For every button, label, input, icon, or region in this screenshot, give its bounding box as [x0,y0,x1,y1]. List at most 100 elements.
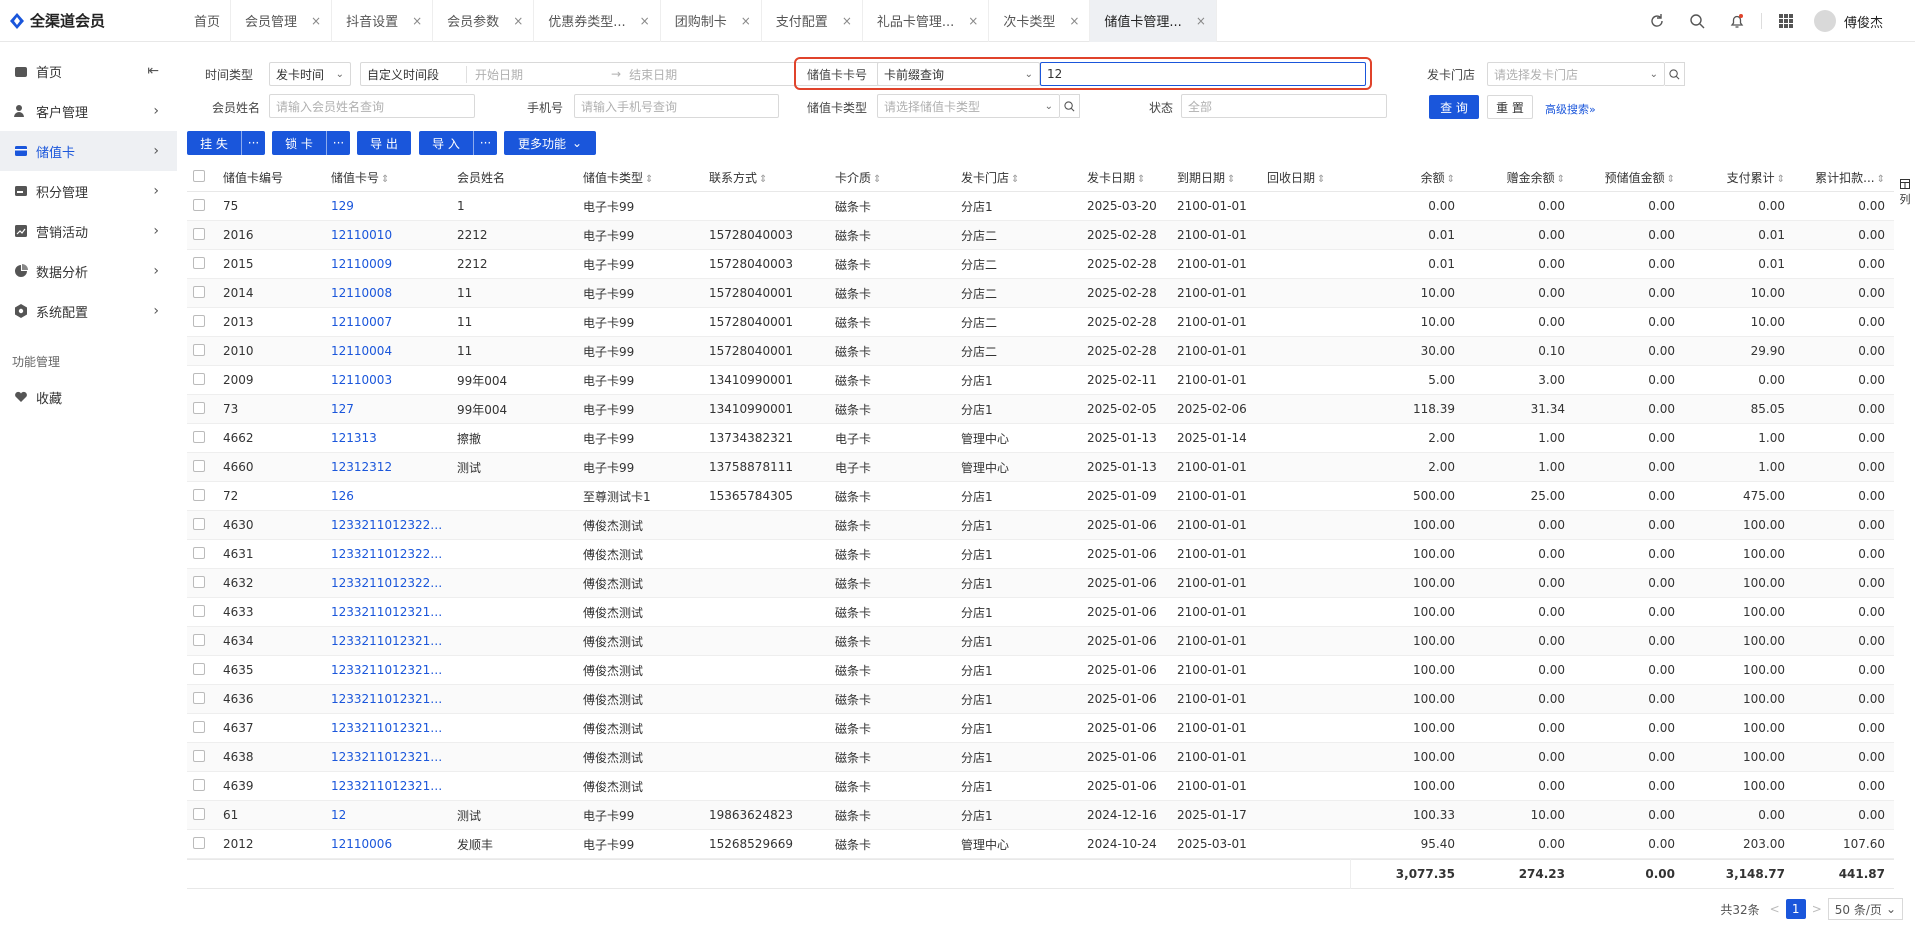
card-type-search-button[interactable] [1060,94,1080,118]
row-checkbox[interactable] [187,546,217,562]
table-row[interactable]: 4636 12332110123216... 傅俊杰测试 磁条卡 分店1 2025-01-… [187,685,1894,714]
row-checkbox[interactable] [187,807,217,823]
export-button[interactable]: 导 出 [357,131,411,155]
time-type-select[interactable]: 发卡时间 ⌄ [269,62,351,86]
next-page-button[interactable]: > [1812,902,1822,916]
lock-card-button-group[interactable]: 锁 卡 ··· [272,131,350,155]
column-header[interactable]: 预储值金额 ⇕ [1571,169,1681,186]
table-row[interactable]: 2015 12110009 2212 电子卡99 15728040003 磁条卡 分店二 20… [187,250,1894,279]
sort-icon[interactable]: ⇕ [381,174,389,185]
card-number-link[interactable]: 12332110123217... [325,663,451,677]
sort-icon[interactable]: ⇕ [1777,174,1785,185]
card-number-link[interactable]: 12110004 [325,344,451,358]
column-header[interactable]: 累计扣款... ⇕ [1791,169,1891,186]
table-row[interactable]: 72 126 至尊测试卡1 15365784305 磁条卡 分店1 2025-01-09 21… [187,482,1894,511]
phone-input[interactable]: 请输入手机号查询 [574,94,779,118]
column-header[interactable]: 联系方式 ⇕ [703,169,829,186]
tab-1[interactable]: 会员管理 × [231,0,333,42]
tab-5[interactable]: 团购制卡 × [661,0,762,42]
sort-icon[interactable]: ⇕ [1317,174,1325,185]
import-more-button[interactable]: ··· [473,131,497,155]
close-icon[interactable]: × [741,14,751,28]
import-button-group[interactable]: 导 入 ··· [419,131,497,155]
card-number-link[interactable]: 12110006 [325,837,451,851]
table-row[interactable]: 61 12 测试 电子卡99 19863624823 磁条卡 分店1 2024-12-16 20… [187,801,1894,830]
row-checkbox[interactable] [187,778,217,794]
table-row[interactable]: 4637 12332110123215... 傅俊杰测试 磁条卡 分店1 2025-01-… [187,714,1894,743]
status-select[interactable]: 全部 [1181,94,1387,118]
sort-icon[interactable]: ⇕ [1227,174,1235,185]
select-all-checkbox[interactable] [187,170,217,185]
table-row[interactable]: 4633 12332110123219... 傅俊杰测试 磁条卡 分店1 2025-01-… [187,598,1894,627]
column-header[interactable]: 赠金余额 ⇕ [1461,169,1571,186]
tab-7[interactable]: 礼品卡管理... × [863,0,990,42]
brand[interactable]: 全渠道会员 [0,0,180,42]
table-row[interactable]: 4630 12332110123222... 傅俊杰测试 磁条卡 分店1 2025-01-… [187,511,1894,540]
card-number-link[interactable]: 12110007 [325,315,451,329]
tab-3[interactable]: 会员参数 × [433,0,535,42]
member-name-input[interactable]: 请输入会员姓名查询 [269,94,475,118]
refresh-icon[interactable] [1645,9,1669,33]
row-checkbox[interactable] [187,343,217,359]
column-header[interactable]: 支付累计 ⇕ [1681,169,1791,186]
table-row[interactable]: 4639 12332110123213... 傅俊杰测试 磁条卡 分店1 2025-01-… [187,772,1894,801]
tab-6[interactable]: 支付配置 × [762,0,863,42]
sidebar-item-stored-value-card[interactable]: 储值卡 › [0,131,177,171]
table-row[interactable]: 2013 12110007 11 电子卡99 15728040001 磁条卡 分店二 2025… [187,308,1894,337]
reset-button[interactable]: 重 置 [1487,95,1533,119]
report-loss-more-button[interactable]: ··· [241,131,265,155]
table-row[interactable]: 4638 12332110123214... 傅俊杰测试 磁条卡 分店1 2025-01-… [187,743,1894,772]
sort-icon[interactable]: ⇕ [1011,174,1019,185]
close-icon[interactable]: × [640,14,650,28]
card-number-link[interactable]: 12312312 [325,460,451,474]
avatar[interactable] [1813,10,1836,32]
search-icon[interactable] [1685,9,1709,33]
card-number-link[interactable]: 121313 [325,431,451,445]
card-number-link[interactable]: 127 [325,402,451,416]
column-header[interactable]: 发卡日期 ⇕ [1081,169,1171,186]
row-checkbox[interactable] [187,459,217,475]
more-functions-button[interactable]: 更多功能 ⌄ [504,131,596,155]
store-select[interactable]: 请选择发卡门店 ⌄ [1487,62,1665,86]
card-number-link[interactable]: 12332110123220... [325,576,451,590]
card-number-link[interactable]: 12110009 [325,257,451,271]
apps-grid-icon[interactable] [1774,9,1798,33]
sort-icon[interactable]: ⇕ [1137,174,1145,185]
close-icon[interactable]: × [968,14,978,28]
card-number-link[interactable]: 12332110123216... [325,692,451,706]
card-number-link[interactable]: 126 [325,489,451,503]
close-icon[interactable]: × [1196,14,1206,28]
report-loss-button-group[interactable]: 挂 失 ··· [187,131,265,155]
row-checkbox[interactable] [187,662,217,678]
end-date-input[interactable]: 结束日期 [629,66,677,83]
card-number-link[interactable]: 12332110123215... [325,721,451,735]
column-header[interactable]: 储值卡类型 ⇕ [577,169,703,186]
card-number-link[interactable]: 12332110123222... [325,518,451,532]
column-header[interactable]: 储值卡编号 [217,169,325,186]
column-header[interactable]: 会员姓名 [451,169,577,186]
close-icon[interactable]: × [1069,14,1079,28]
table-row[interactable]: 4660 12312312 测试 电子卡99 13758878111 电子卡 管理中心 202… [187,453,1894,482]
sidebar-item-points[interactable]: 积分管理 › [0,171,177,211]
row-checkbox[interactable] [187,691,217,707]
row-checkbox[interactable] [187,256,217,272]
close-icon[interactable]: × [513,14,523,28]
row-checkbox[interactable] [187,372,217,388]
card-number-link[interactable]: 12332110123214... [325,750,451,764]
card-number-link[interactable]: 12110010 [325,228,451,242]
time-range-select[interactable]: 自定义时间段 [367,65,467,83]
table-row[interactable]: 2012 12110006 发顺丰 电子卡99 15268529669 磁条卡 管理中心 20… [187,830,1894,859]
card-number-link[interactable]: 12 [325,808,451,822]
prev-page-button[interactable]: < [1770,902,1780,916]
row-checkbox[interactable] [187,836,217,852]
tab-9[interactable]: 储值卡管理... × [1090,0,1217,42]
card-number-link[interactable]: 12110003 [325,373,451,387]
query-button[interactable]: 查 询 [1429,95,1479,119]
start-date-input[interactable]: 开始日期 [475,66,605,83]
card-number-link[interactable]: 12332110123219... [325,605,451,619]
user-name[interactable]: 傅俊杰 [1844,12,1883,31]
row-checkbox[interactable] [187,575,217,591]
column-settings-button[interactable]: 列 [1897,179,1913,207]
column-header[interactable]: 卡介质 ⇕ [829,169,955,186]
sidebar-item-favorites[interactable]: 收藏 [0,379,177,415]
